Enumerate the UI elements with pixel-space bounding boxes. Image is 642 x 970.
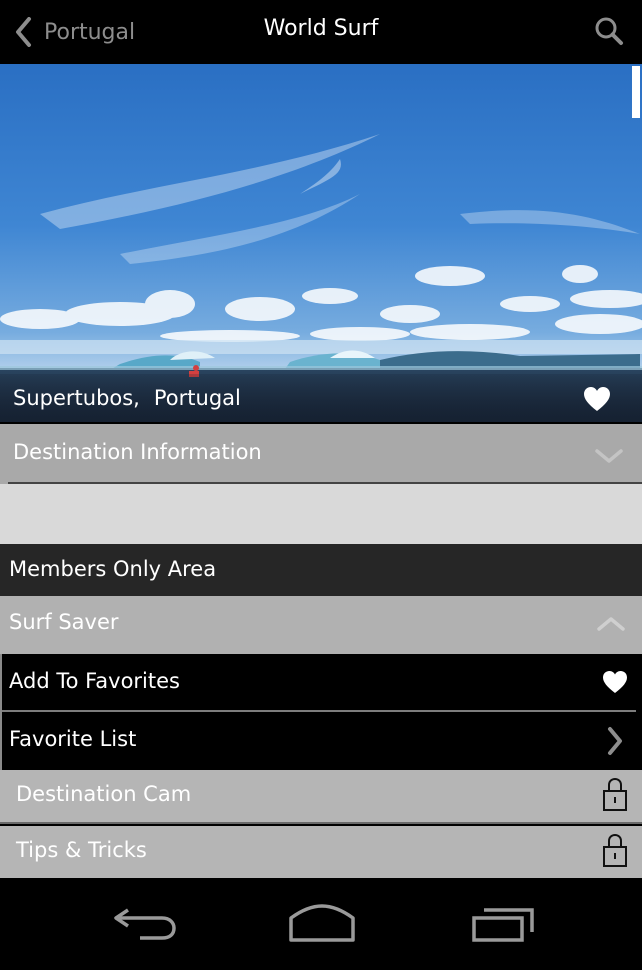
chevron-up-icon: [597, 617, 625, 631]
chevron-down-icon: [595, 449, 623, 463]
page-title: World Surf: [263, 16, 379, 41]
tips-and-tricks-item[interactable]: Tips & Tricks: [0, 826, 642, 878]
spot-name: Supertubos,: [13, 386, 140, 410]
surf-saver-header[interactable]: Surf Saver: [0, 596, 642, 654]
lock-icon: [603, 777, 627, 811]
nav-home-icon[interactable]: [288, 902, 356, 946]
destination-cam-item[interactable]: Destination Cam: [0, 770, 642, 824]
destination-information-label: Destination Information: [13, 440, 262, 464]
system-navigation-bar: [0, 878, 642, 970]
destination-name: Supertubos, Portugal: [13, 386, 241, 410]
add-to-favorites-item[interactable]: Add To Favorites: [0, 654, 642, 712]
nav-back-icon[interactable]: [112, 902, 178, 946]
members-area-bar: Members Only Area: [0, 544, 642, 596]
lock-icon: [603, 833, 627, 867]
destination-information-header[interactable]: Destination Information: [0, 424, 642, 484]
nav-recent-apps-icon[interactable]: [470, 902, 536, 946]
heart-icon[interactable]: [583, 386, 611, 412]
divider: [0, 822, 642, 824]
favorite-list-item[interactable]: Favorite List: [0, 712, 642, 770]
members-area-label: Members Only Area: [9, 557, 217, 581]
country-name: Portugal: [153, 386, 241, 410]
add-to-favorites-label: Add To Favorites: [9, 669, 180, 693]
chevron-right-icon: [608, 727, 622, 755]
surf-scene-image: [0, 64, 642, 422]
surf-saver-label: Surf Saver: [9, 610, 119, 634]
destination-information-content: [0, 484, 642, 544]
search-icon[interactable]: [594, 16, 624, 46]
tips-and-tricks-label: Tips & Tricks: [16, 838, 147, 862]
destination-photo: [0, 64, 642, 422]
heart-icon: [603, 671, 627, 693]
favorite-list-label: Favorite List: [9, 727, 137, 751]
destination-cam-label: Destination Cam: [16, 782, 192, 806]
app-header: Portugal World Surf: [0, 0, 642, 64]
